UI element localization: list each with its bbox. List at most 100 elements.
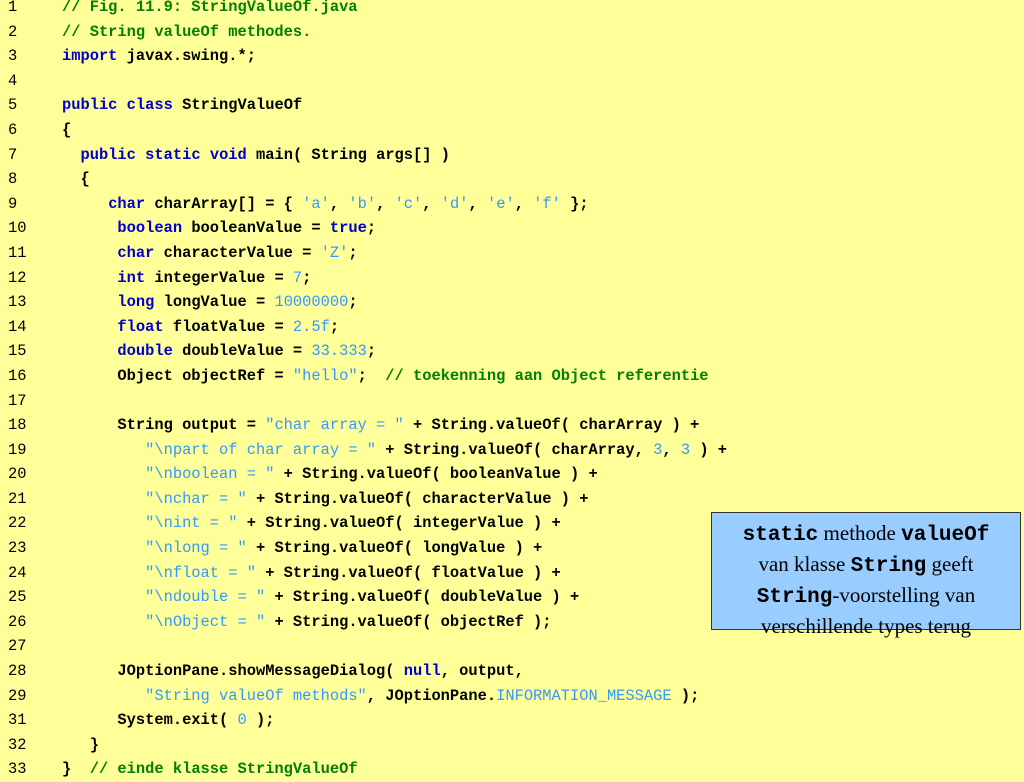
code-text: String output = "char array = " + String… — [62, 413, 699, 438]
code-text: // Fig. 11.9: StringValueOf.java — [62, 0, 358, 20]
code-text: "\ndouble = " + String.valueOf( doubleVa… — [62, 585, 579, 610]
code-token: + String.valueOf( booleanValue ) + — [274, 465, 598, 484]
line-number: 1 — [8, 0, 18, 16]
line-number: 19 — [8, 440, 27, 459]
code-token: floatValue = — [163, 317, 293, 336]
code-token: JOptionPane.showMessageDialog( — [117, 662, 404, 681]
line-number: 16 — [8, 366, 27, 385]
line-number: 10 — [8, 219, 27, 238]
line-number: 32 — [8, 735, 27, 754]
line-number: 31 — [8, 711, 27, 730]
code-token: + String.valueOf( integerValue ) + — [237, 514, 561, 533]
code-text: char characterValue = 'Z'; — [62, 241, 358, 266]
callout-word: geeft — [926, 552, 974, 576]
code-token: , — [329, 194, 349, 213]
code-literal: 'f' — [533, 194, 561, 213]
code-literal: 33.333 — [311, 342, 367, 361]
code-text: Object objectRef = "hello"; // toekennin… — [62, 364, 708, 389]
code-literal: 3 — [653, 440, 663, 459]
code-keyword: class — [126, 96, 173, 115]
code-text: char charArray[] = { 'a', 'b', 'c', 'd',… — [62, 192, 588, 217]
code-text: { — [62, 118, 71, 143]
line-number: 24 — [8, 563, 27, 582]
line-number: 21 — [8, 489, 27, 508]
line-number: 6 — [8, 120, 18, 139]
code-token: } — [62, 760, 90, 779]
callout-word: String — [756, 586, 833, 609]
code-literal: "hello" — [292, 366, 358, 385]
code-token: + String.valueOf( objectRef ); — [265, 612, 552, 631]
code-token: , output, — [440, 662, 524, 681]
code-text: "\nObject = " + String.valueOf( objectRe… — [62, 610, 552, 635]
code-text: "\nint = " + String.valueOf( integerValu… — [62, 511, 561, 536]
code-literal: INFORMATION_MESSAGE — [496, 686, 672, 705]
code-token: ; — [348, 243, 358, 262]
callout-line-3: String-voorstelling van — [712, 581, 1020, 612]
code-literal: "String valueOf methods" — [145, 686, 367, 705]
line-number: 7 — [8, 145, 18, 164]
code-text: "String valueOf methods", JOptionPane.IN… — [62, 684, 699, 709]
line-number: 4 — [8, 71, 18, 90]
callout-word: static — [742, 524, 819, 547]
code-text: float floatValue = 2.5f; — [62, 315, 339, 340]
code-literal: "\nlong = " — [145, 539, 247, 558]
code-literal: "char array = " — [265, 416, 404, 435]
code-line: 19 "\npart of char array = " + String.va… — [0, 438, 1024, 463]
code-keyword: true — [329, 219, 367, 238]
code-line: 16 Object objectRef = "hello"; // toeken… — [0, 364, 1024, 389]
line-number: 8 — [8, 170, 18, 189]
code-token: javax.swing.*; — [117, 47, 256, 66]
code-literal: 10000000 — [274, 293, 349, 312]
code-text: long longValue = 10000000; — [62, 290, 357, 315]
code-token: ; — [357, 366, 386, 385]
code-text: } // einde klasse StringValueOf — [62, 757, 358, 782]
code-text: boolean booleanValue = true; — [62, 216, 376, 241]
code-literal: "\nObject = " — [145, 612, 266, 631]
code-line: 21 "\nchar = " + String.valueOf( charact… — [0, 487, 1024, 512]
line-number: 15 — [8, 342, 27, 361]
code-line: 11 char characterValue = 'Z'; — [0, 241, 1024, 266]
callout-word: verschillende types terug — [761, 614, 971, 638]
code-text: "\nchar = " + String.valueOf( characterV… — [62, 487, 588, 512]
code-line: 18 String output = "char array = " + Str… — [0, 413, 1024, 438]
code-line: 5 public class StringValueOf — [0, 93, 1024, 118]
code-keyword: float — [117, 317, 164, 336]
code-line: 20 "\nboolean = " + String.valueOf( bool… — [0, 462, 1024, 487]
code-token: ; — [366, 342, 377, 361]
code-line: 31 System.exit( 0 ); — [0, 708, 1024, 733]
code-token: ; — [329, 317, 340, 336]
code-keyword: boolean — [117, 219, 183, 238]
code-keyword: void — [209, 145, 247, 164]
line-number: 18 — [8, 416, 27, 435]
code-token: + String.valueOf( charArray ) + — [403, 416, 700, 435]
code-literal: 2.5f — [292, 317, 330, 336]
code-literal: "\ndouble = " — [145, 588, 266, 607]
code-literal: "\npart of char array = " — [145, 440, 377, 459]
code-text: "\npart of char array = " + String.value… — [62, 438, 727, 463]
callout-line-1: static methode valueOf — [712, 519, 1020, 550]
code-listing: 1 // Fig. 11.9: StringValueOf.java 2 // Str… — [0, 0, 1024, 782]
callout-word: valueOf — [901, 524, 990, 547]
code-line: 4 — [0, 69, 1024, 94]
code-line: 2 // String valueOf methodes. — [0, 20, 1024, 45]
code-token: System.exit( — [117, 711, 238, 730]
code-token: ); — [671, 686, 700, 705]
code-token: ; — [366, 219, 377, 238]
code-line: 29 "String valueOf methods", JOptionPane… — [0, 684, 1024, 709]
code-token: String output = — [117, 416, 266, 435]
line-number: 3 — [8, 47, 18, 66]
code-token: characterValue = — [154, 243, 321, 262]
code-text: } — [62, 733, 99, 758]
